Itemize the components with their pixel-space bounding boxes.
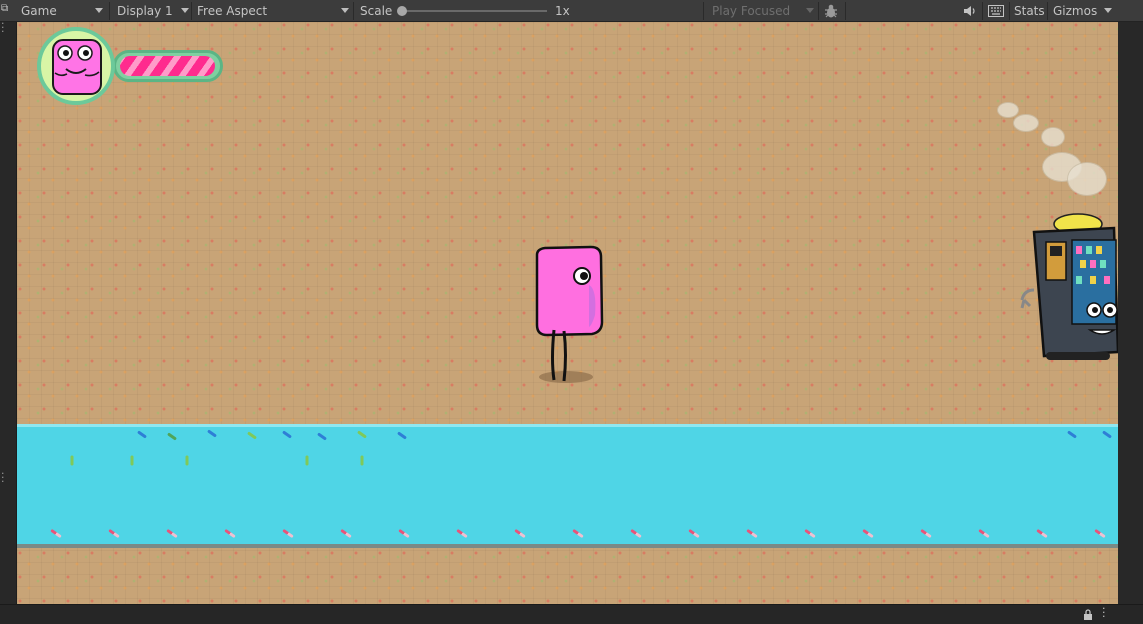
divider	[703, 2, 704, 20]
chevron-down-icon[interactable]	[181, 8, 189, 13]
scale-slider-handle[interactable]	[397, 6, 407, 16]
sprinkle	[317, 432, 327, 441]
game-view-toolbar: ⧉ Game Display 1 Free Aspect Scale 1x Pl…	[0, 0, 1143, 22]
more-vert-icon[interactable]: · · ·	[1, 18, 5, 37]
sprinkle	[360, 455, 364, 466]
sprinkle	[1067, 430, 1077, 439]
more-vert-icon[interactable]: · · ·	[1102, 603, 1106, 622]
health-bar	[113, 50, 223, 82]
sprinkle	[137, 430, 147, 439]
divider	[818, 2, 819, 20]
divider	[1047, 2, 1048, 20]
chevron-down-icon[interactable]	[806, 8, 814, 13]
keyboard-icon[interactable]	[988, 4, 1004, 18]
speaker-icon[interactable]	[963, 4, 977, 18]
sprinkle	[130, 455, 134, 466]
river	[17, 424, 1118, 548]
sprinkle	[70, 455, 74, 466]
display-dropdown[interactable]: Display 1	[117, 0, 173, 22]
sprinkle	[357, 430, 367, 439]
divider	[353, 2, 354, 20]
sprinkle	[305, 455, 309, 466]
smoke-puff	[997, 102, 1019, 118]
scale-value: 1x	[555, 4, 570, 18]
play-mode-dropdown[interactable]: Play Focused	[712, 0, 790, 22]
chevron-down-icon[interactable]	[341, 8, 349, 13]
bug-icon[interactable]	[823, 3, 839, 19]
game-tab-label: Game	[21, 4, 57, 18]
divider	[982, 2, 983, 20]
more-vert-icon[interactable]: · · ·	[1, 468, 5, 487]
left-panel-edge: · · · · · ·	[0, 18, 16, 604]
smoke-puff	[1041, 127, 1065, 147]
sprinkle	[1102, 430, 1112, 439]
sprinkle	[185, 455, 189, 466]
vending-machine-enemy	[1020, 213, 1118, 360]
health-bar-fill	[120, 56, 215, 76]
marshmallow-portrait-icon	[52, 39, 102, 95]
game-viewport[interactable]	[17, 22, 1118, 604]
aspect-dropdown[interactable]: Free Aspect	[197, 0, 267, 22]
sprinkle	[247, 431, 257, 440]
player-marshmallow	[535, 245, 604, 382]
status-bar: · · ·	[0, 603, 1143, 624]
game-tab-dropdown[interactable]: Game	[21, 0, 57, 22]
sprinkle	[167, 432, 177, 441]
play-mode-label: Play Focused	[712, 4, 791, 18]
display-label: Display 1	[117, 4, 173, 18]
player-avatar	[37, 27, 115, 105]
chevron-down-icon[interactable]	[1104, 8, 1112, 13]
sprinkle	[207, 429, 217, 438]
scale-label: Scale	[360, 4, 393, 18]
gizmos-button[interactable]: Gizmos	[1053, 0, 1097, 22]
divider	[845, 2, 846, 20]
stats-button[interactable]: Stats	[1014, 0, 1045, 22]
sprinkle	[397, 431, 407, 440]
divider	[191, 2, 192, 20]
lock-icon[interactable]	[1083, 609, 1093, 620]
chevron-down-icon[interactable]	[95, 8, 103, 13]
divider	[109, 2, 110, 20]
smoke-puff	[1067, 162, 1107, 196]
scale-slider-track[interactable]	[402, 10, 547, 12]
divider	[1009, 2, 1010, 20]
right-panel-edge	[1118, 22, 1143, 604]
aspect-label: Free Aspect	[197, 4, 268, 18]
sprinkle	[282, 430, 292, 439]
smoke-puff	[1013, 114, 1039, 132]
